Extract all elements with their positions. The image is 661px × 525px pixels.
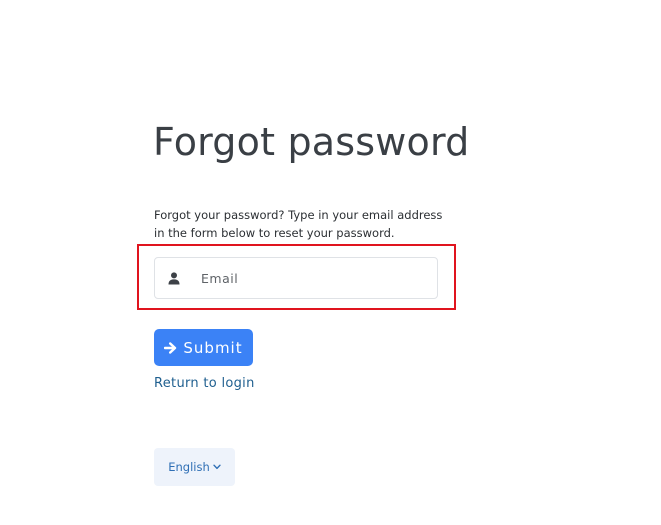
page-title: Forgot password [153,120,470,164]
page-description: Forgot your password? Type in your email… [154,208,443,240]
forgot-password-page: Forgot password Forgot your password? Ty… [0,0,661,525]
chevron-down-icon [213,464,221,470]
language-label: English [168,460,210,474]
email-input-group [154,257,438,299]
arrow-right-icon [164,341,177,354]
language-select[interactable]: English [154,448,235,486]
email-field[interactable] [193,259,423,297]
user-icon [155,258,193,298]
submit-button[interactable]: Submit [154,329,253,366]
return-to-login-link[interactable]: Return to login [154,375,255,393]
submit-label: Submit [183,338,243,357]
